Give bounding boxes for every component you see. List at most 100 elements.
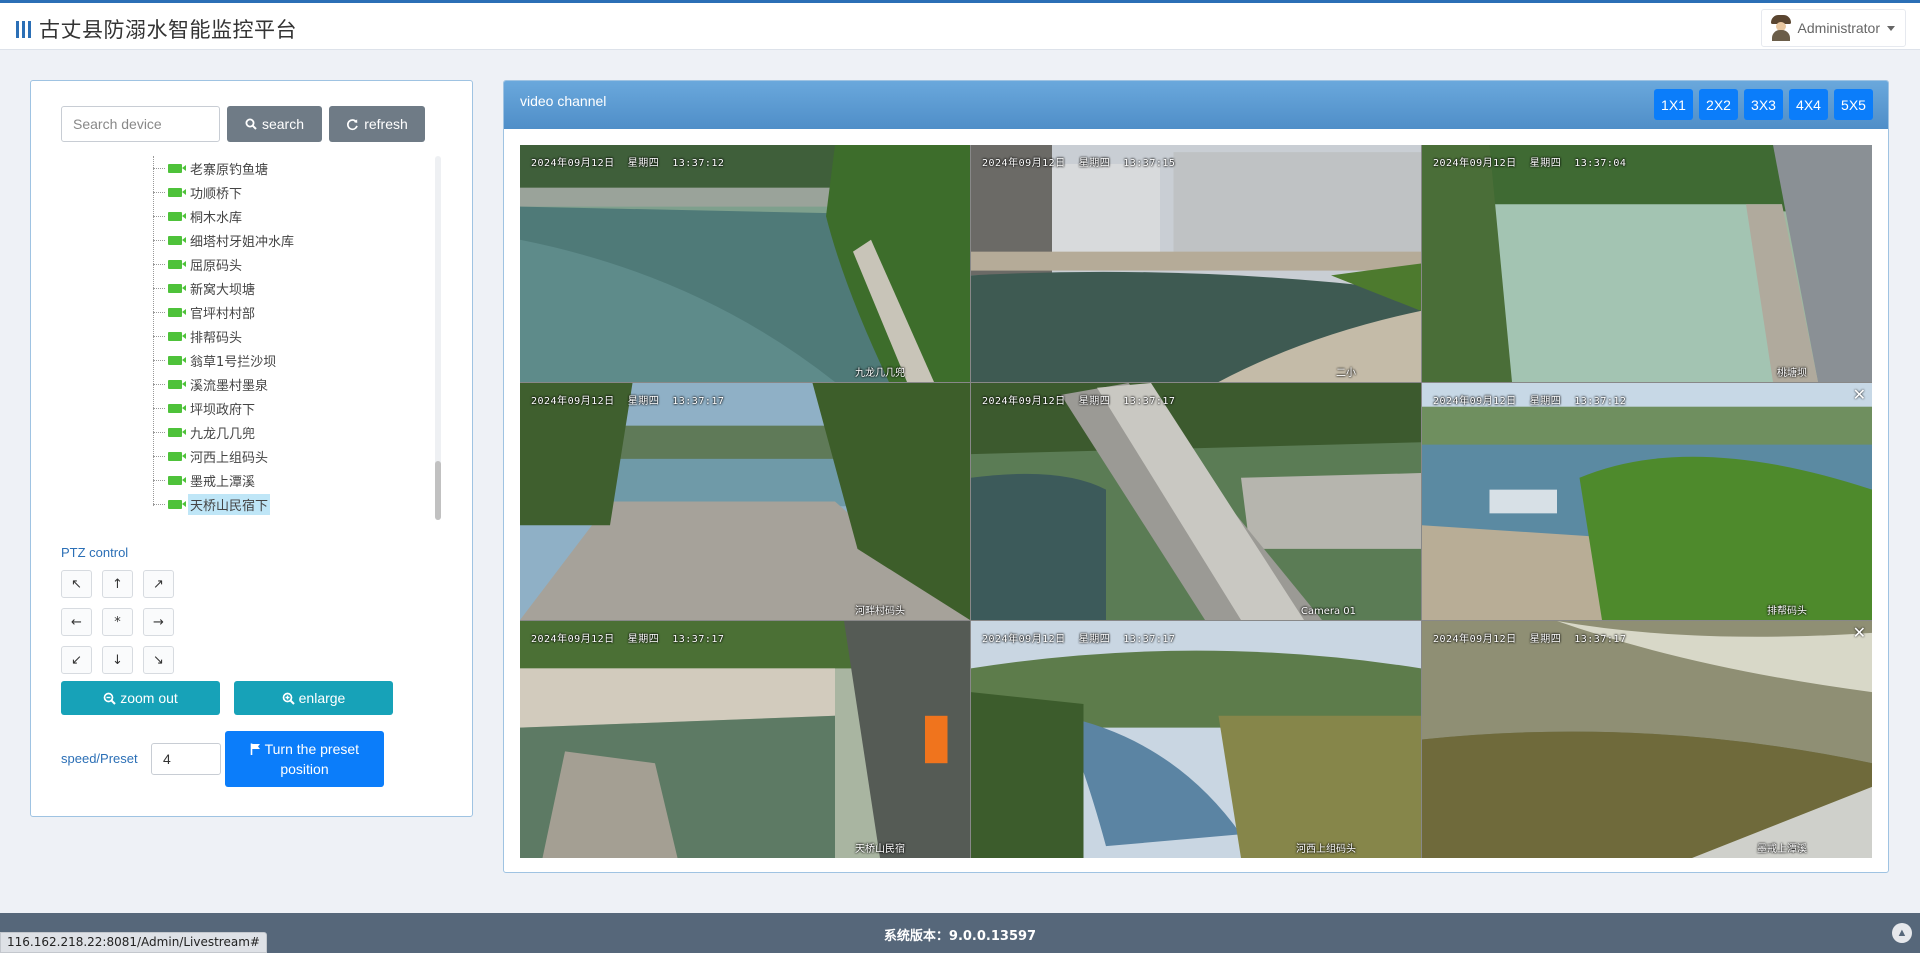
video-channel-title: video channel — [520, 93, 607, 109]
tree-item-label: 老寨原钓鱼塘 — [190, 162, 269, 178]
camera-icon — [168, 403, 186, 413]
camera-icon — [168, 163, 186, 173]
tree-item[interactable]: 新窝大坝塘 — [153, 278, 257, 298]
camera-feed-image — [520, 383, 970, 620]
ptz-left-button[interactable]: ← — [61, 608, 92, 636]
close-icon[interactable]: ✕ — [1853, 387, 1866, 403]
user-avatar-icon — [1770, 15, 1792, 41]
app-title: 古丈县防溺水智能监控平台 — [39, 18, 297, 42]
ptz-up-right-button[interactable]: ↗ — [143, 570, 174, 598]
feed-channel-name: 河西上组码头 — [1296, 844, 1356, 855]
ptz-down-left-button[interactable]: ↙ — [61, 646, 92, 674]
tree-item[interactable]: 翁草1号拦沙坝 — [153, 350, 278, 370]
chevron-down-icon — [1887, 25, 1895, 31]
video-cell[interactable]: 2024年09月12日 星期四 13:37:04 桃塘坝 — [1422, 145, 1872, 382]
tree-item-label: 新窝大坝塘 — [190, 282, 256, 298]
layout-switcher: 1X1 2X2 3X3 4X4 5X5 — [1654, 89, 1873, 120]
tree-connector — [153, 311, 165, 313]
feed-channel-name: 墨戒上潭溪 — [1757, 844, 1807, 855]
feed-timestamp: 2024年09月12日 星期四 13:37:17 — [1433, 634, 1627, 645]
scrollbar-thumb[interactable] — [435, 461, 441, 520]
tree-connector — [153, 335, 165, 337]
enlarge-label: enlarge — [298, 690, 346, 706]
device-panel: search refresh 老寨原钓鱼塘功顺桥下桐木水库细塔村牙姐冲水库屈原码… — [30, 80, 473, 817]
camera-icon — [168, 331, 186, 341]
tree-item[interactable]: 排帮码头 — [153, 326, 244, 346]
system-version: 系统版本：9.0.0.13597 — [883, 929, 1037, 944]
search-button[interactable]: search — [227, 106, 322, 142]
video-cell[interactable]: 2024年09月12日 星期四 13:37:17 天桥山民宿 — [520, 621, 970, 858]
status-url: 116.162.218.22:8081/Admin/Livestream# — [0, 932, 267, 953]
layout-button[interactable]: 5X5 — [1834, 89, 1873, 120]
feed-channel-name: 九龙几几兜 — [855, 368, 905, 379]
tree-item[interactable]: 老寨原钓鱼塘 — [153, 158, 270, 178]
search-icon — [245, 118, 257, 130]
tree-connector — [153, 263, 165, 265]
layout-button[interactable]: 1X1 — [1654, 89, 1693, 120]
brand[interactable]: 古丈县防溺水智能监控平台 — [16, 14, 297, 44]
enlarge-button[interactable]: enlarge — [234, 681, 393, 715]
refresh-button[interactable]: refresh — [329, 106, 425, 142]
tree-item[interactable]: 溪流墨村墨泉 — [153, 374, 270, 394]
video-cell[interactable]: 2024年09月12日 星期四 13:37:15 二小 — [971, 145, 1421, 382]
tree-scrollbar[interactable] — [435, 156, 441, 520]
video-cell[interactable]: 2024年09月12日 星期四 13:37:17 墨戒上潭溪 ✕ — [1422, 621, 1872, 858]
scroll-top-icon[interactable]: ▲ — [1892, 923, 1912, 943]
turn-preset-button[interactable]: Turn the preset position — [225, 731, 384, 787]
tree-item[interactable]: 河西上组码头 — [153, 446, 270, 466]
camera-feed-image — [971, 145, 1421, 382]
tree-connector — [153, 359, 165, 361]
layout-button[interactable]: 3X3 — [1744, 89, 1783, 120]
tree-item-label: 翁草1号拦沙坝 — [190, 354, 277, 370]
tree-item[interactable]: 桐木水库 — [153, 206, 244, 226]
camera-feed-image — [971, 621, 1421, 858]
video-cell[interactable]: 2024年09月12日 星期四 13:37:17 河西上组码头 — [971, 621, 1421, 858]
tree-item[interactable]: 功顺桥下 — [153, 182, 244, 202]
search-device-input[interactable] — [61, 106, 220, 142]
speed-preset-input[interactable] — [151, 743, 221, 775]
layout-button[interactable]: 2X2 — [1699, 89, 1738, 120]
footer: 系统版本：9.0.0.13597 — [0, 913, 1920, 953]
tree-item[interactable]: 九龙几几兜 — [153, 422, 257, 442]
zoom-out-label: zoom out — [120, 690, 178, 706]
tree-item[interactable]: 屈原码头 — [153, 254, 244, 274]
video-cell[interactable]: 2024年09月12日 星期四 13:37:12 九龙几几兜 — [520, 145, 970, 382]
camera-icon — [168, 187, 186, 197]
video-cell[interactable]: 2024年09月12日 星期四 13:37:17 Camera 01 — [971, 383, 1421, 620]
tree-item[interactable]: 细塔村牙姐冲水库 — [153, 230, 296, 250]
feed-timestamp: 2024年09月12日 星期四 13:37:17 — [531, 634, 725, 645]
tree-item-label: 桐木水库 — [190, 210, 243, 226]
tree-item[interactable]: 坪坝政府下 — [153, 398, 257, 418]
search-button-label: search — [261, 116, 305, 132]
video-cell[interactable]: 2024年09月12日 星期四 13:37:12 排帮码头 ✕ — [1422, 383, 1872, 620]
user-menu[interactable]: Administrator — [1760, 9, 1906, 47]
camera-icon — [168, 451, 186, 461]
search-row: search refresh — [61, 106, 425, 142]
ptz-center-button[interactable]: * — [102, 608, 133, 636]
video-channel-panel: video channel 1X1 2X2 3X3 4X4 5X5 2024年09月12… — [503, 80, 1889, 873]
tree-item-label: 九龙几几兜 — [190, 426, 256, 442]
tree-item-label: 溪流墨村墨泉 — [190, 378, 269, 394]
ptz-up-left-button[interactable]: ↖ — [61, 570, 92, 598]
feed-channel-name: 桃塘坝 — [1777, 368, 1807, 379]
tree-item[interactable]: 天桥山民宿下 — [153, 493, 271, 515]
ptz-up-button[interactable]: ↑ — [102, 570, 133, 598]
menu-bars-icon[interactable] — [16, 20, 31, 38]
video-channel-header: video channel 1X1 2X2 3X3 4X4 5X5 — [504, 81, 1888, 129]
tree-item[interactable]: 墨戒上潭溪 — [153, 470, 257, 490]
camera-icon — [168, 259, 186, 269]
camera-feed-image — [971, 383, 1421, 620]
camera-feed-image — [520, 621, 970, 858]
feed-channel-name: Camera 01 — [1300, 606, 1356, 617]
tree-item[interactable]: 官坪村村部 — [153, 302, 257, 322]
turn-preset-label: Turn the preset position — [264, 741, 360, 777]
ptz-down-right-button[interactable]: ↘ — [143, 646, 174, 674]
ptz-down-button[interactable]: ↓ — [102, 646, 133, 674]
ptz-right-button[interactable]: → — [143, 608, 174, 636]
zoom-out-button[interactable]: zoom out — [61, 681, 220, 715]
layout-button[interactable]: 4X4 — [1789, 89, 1828, 120]
camera-feed-image — [1422, 621, 1872, 858]
video-cell[interactable]: 2024年09月12日 星期四 13:37:17 河畔村码头 — [520, 383, 970, 620]
tree-connector — [153, 479, 165, 481]
close-icon[interactable]: ✕ — [1853, 625, 1866, 641]
